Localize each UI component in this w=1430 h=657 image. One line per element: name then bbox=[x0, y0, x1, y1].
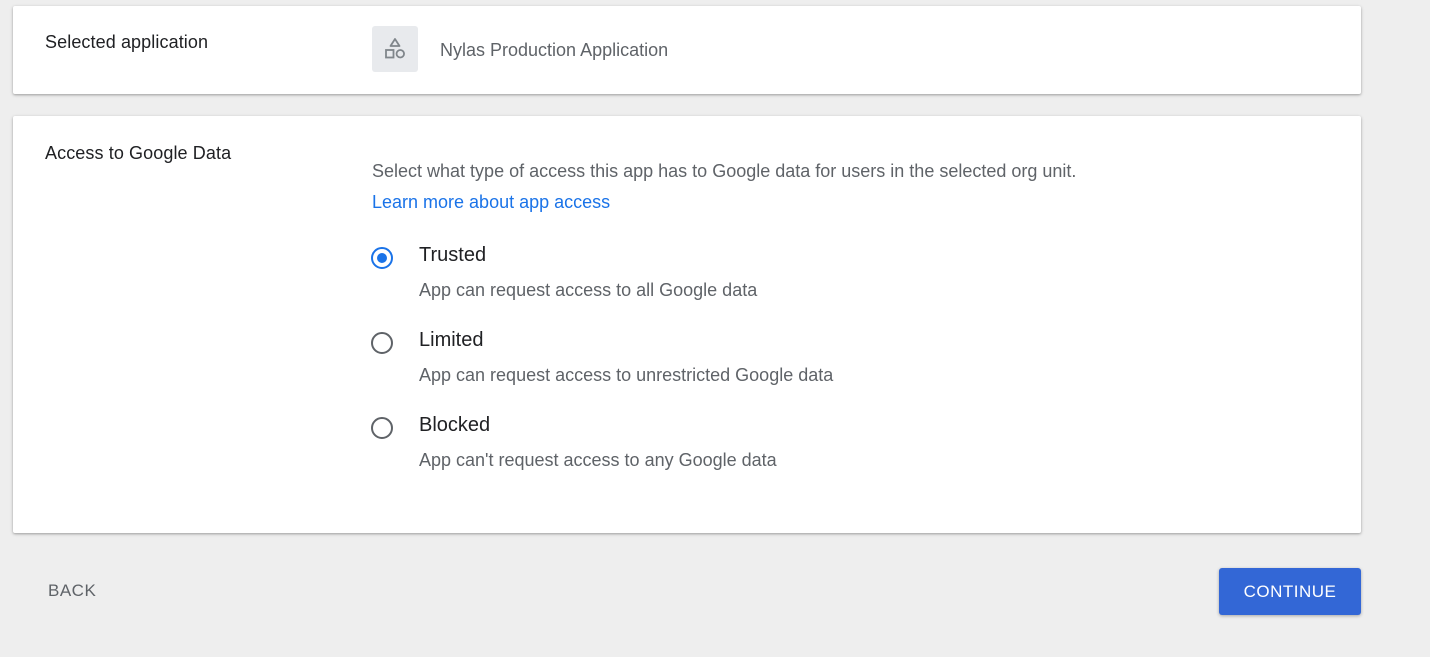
back-button[interactable]: BACK bbox=[30, 568, 114, 614]
option-subtitle-blocked: App can't request access to any Google d… bbox=[419, 450, 777, 470]
radio-button-trusted[interactable] bbox=[371, 247, 393, 269]
option-title-trusted: Trusted bbox=[419, 244, 487, 266]
radio-button-blocked[interactable] bbox=[371, 417, 393, 439]
shapes-icon bbox=[372, 26, 418, 72]
option-subtitle-trusted: App can request access to all Google dat… bbox=[419, 280, 758, 300]
access-to-google-data-card: Access to Google Data Select what type o… bbox=[13, 116, 1361, 533]
radio-option-trusted[interactable]: Trusted App can request access to all Go… bbox=[371, 244, 971, 308]
learn-more-link[interactable]: Learn more about app access bbox=[372, 192, 610, 213]
access-description: Select what type of access this app has … bbox=[372, 161, 1077, 181]
option-title-limited: Limited bbox=[419, 329, 484, 351]
selected-application-label: Selected application bbox=[45, 32, 209, 52]
option-subtitle-limited: App can request access to unrestricted G… bbox=[419, 365, 834, 385]
radio-button-limited[interactable] bbox=[371, 332, 393, 354]
access-section-label: Access to Google Data bbox=[45, 143, 232, 163]
app-name: Nylas Production Application bbox=[440, 40, 669, 60]
option-title-blocked: Blocked bbox=[419, 414, 491, 436]
continue-button[interactable]: CONTINUE bbox=[1219, 568, 1361, 615]
radio-option-limited[interactable]: Limited App can request access to unrest… bbox=[371, 329, 971, 393]
selected-application-card: Selected application Nylas Production Ap… bbox=[13, 6, 1361, 94]
radio-option-blocked[interactable]: Blocked App can't request access to any … bbox=[371, 414, 971, 478]
